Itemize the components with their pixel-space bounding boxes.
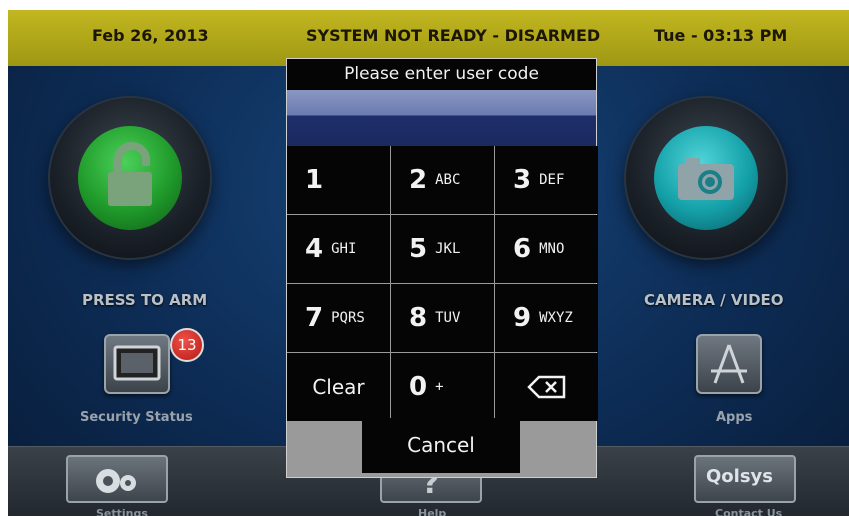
clear-label: Clear (312, 375, 365, 399)
key-number: 7 (305, 303, 324, 333)
help-label: Help (418, 507, 447, 516)
security-status-label: Security Status (80, 410, 193, 425)
unlocked-padlock-icon (108, 142, 152, 206)
key-number: 4 (305, 234, 324, 264)
key-letters: PQRS (331, 310, 365, 326)
key-number: 9 (513, 303, 532, 333)
key-1[interactable]: 1 (287, 146, 390, 214)
contact-us-label: Contact Us (715, 507, 783, 516)
contact-us-button[interactable]: Qolsys (694, 455, 796, 503)
clear-button[interactable]: Clear (287, 353, 390, 421)
keypad: 1 2 ABC 3 DEF 4 GHI 5 JKL 6 MNO 7 PQRS 8 TUV 9W… (287, 146, 598, 421)
system-status-text: SYSTEM NOT READY - DISARMED (306, 26, 601, 45)
key-number: 3 (513, 165, 532, 195)
key-letters: GHI (331, 241, 357, 257)
qolsys-logo: Qolsys (706, 466, 773, 487)
key-number: 0 (409, 372, 428, 402)
key-2[interactable]: 2 ABC (391, 146, 494, 214)
key-number: 8 (409, 303, 428, 333)
key-8[interactable]: 8 TUV (391, 284, 494, 352)
apps-label: Apps (716, 410, 753, 425)
key-number: 2 (409, 165, 428, 195)
date-text: Feb 26, 2013 (92, 26, 209, 45)
press-to-arm-button[interactable] (50, 98, 210, 258)
key-letters: + (435, 379, 444, 395)
key-letters: MNO (539, 241, 565, 257)
key-4[interactable]: 4 GHI (287, 215, 390, 283)
gears-icon (96, 469, 136, 493)
key-letters: TUV (435, 310, 461, 326)
notification-badge: 13 (170, 328, 204, 362)
screen: Feb 26, 2013 SYSTEM NOT READY - DISARMED… (8, 10, 849, 516)
apps-button[interactable] (696, 334, 762, 394)
press-to-arm-label: PRESS TO ARM (82, 291, 208, 309)
key-number: 6 (513, 234, 532, 264)
key-letters: JKL (435, 241, 461, 257)
apps-icon (711, 344, 747, 384)
monitor-icon (113, 345, 161, 381)
key-0[interactable]: 0 + (391, 353, 494, 421)
camera-video-label: CAMERA / VIDEO (644, 291, 784, 309)
security-status-button[interactable] (104, 334, 170, 394)
settings-label: Settings (96, 507, 148, 516)
key-letters: ABC (435, 172, 461, 188)
key-3[interactable]: 3 DEF (495, 146, 598, 214)
user-code-dialog: Please enter user code 1 2 ABC 3 DEF 4 GHI … (286, 58, 598, 478)
key-5[interactable]: 5 JKL (391, 215, 494, 283)
camera-video-button[interactable] (626, 98, 786, 258)
key-letters: DEF (539, 172, 565, 188)
key-9[interactable]: 9 WXYZ (495, 284, 598, 352)
key-7[interactable]: 7 PQRS (287, 284, 390, 352)
backspace-button[interactable] (495, 353, 598, 421)
time-text: Tue - 03:13 PM (654, 26, 788, 45)
settings-button[interactable] (66, 455, 168, 503)
camera-icon (678, 158, 734, 200)
backspace-icon (526, 375, 565, 399)
cancel-button[interactable]: Cancel (362, 418, 520, 473)
key-6[interactable]: 6 MNO (495, 215, 598, 283)
key-letters: WXYZ (539, 310, 573, 326)
key-number: 5 (409, 234, 428, 264)
key-number: 1 (305, 165, 324, 195)
user-code-input[interactable] (287, 90, 596, 146)
dialog-title: Please enter user code (287, 59, 596, 90)
